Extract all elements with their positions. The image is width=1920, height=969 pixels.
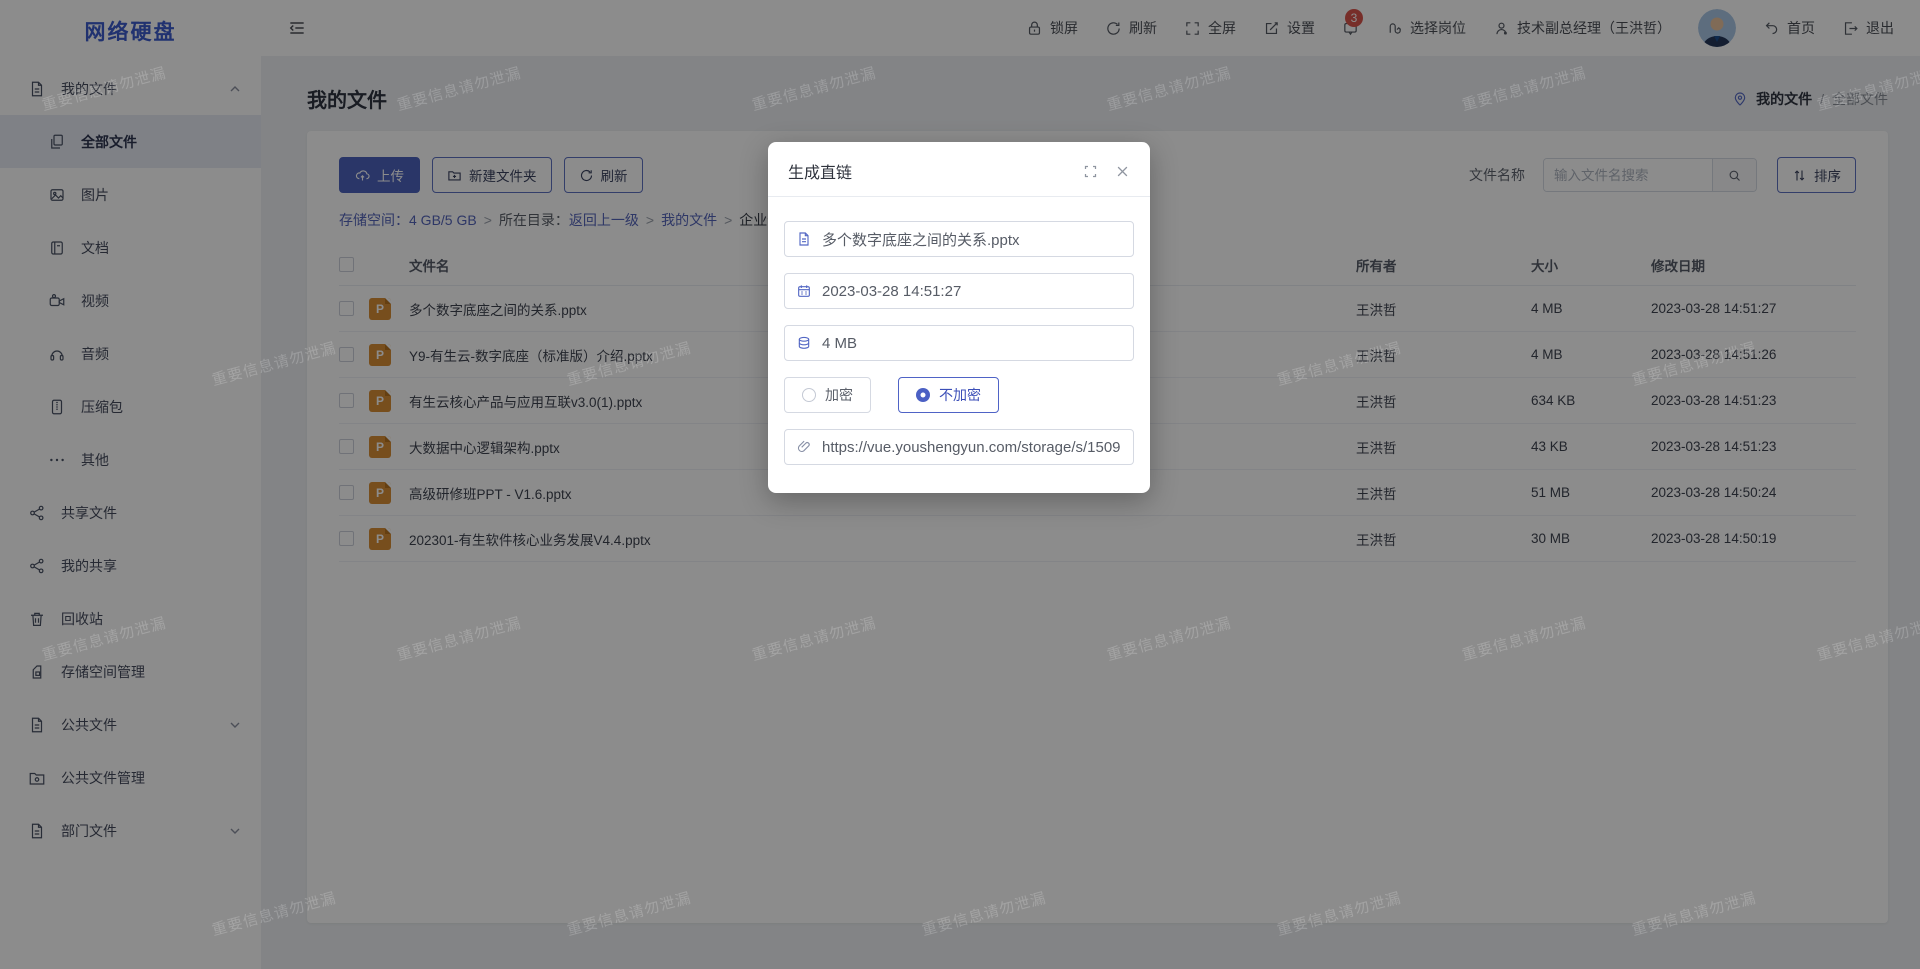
file-date-value: 2023-03-28 14:51:27 [822,283,961,300]
file-name-value: 多个数字底座之间的关系.pptx [822,229,1020,250]
radio-off-icon [802,388,816,402]
dialog-header: 生成直链 [768,142,1150,196]
file-date-field[interactable]: 2023-03-28 14:51:27 [784,273,1134,309]
file-size-value: 4 MB [822,335,857,352]
paperclip-icon [796,439,812,455]
database-icon [796,335,812,351]
link-url-field[interactable]: https://vue.youshengyun.com/storage/s/15… [784,429,1134,465]
close-icon[interactable] [1115,164,1130,179]
encrypt-radio[interactable]: 加密 [784,377,871,413]
file-icon [796,231,812,247]
encrypt-radio-group: 加密 不加密 [784,377,1134,413]
radio-on-icon [916,388,930,402]
generate-link-dialog: 生成直链 多个数字底座之间的关系.pptx 2023-03-28 14:51:2… [768,142,1150,493]
app-root: 网络硬盘 我的文件 全部文件 图片 文档 视频 [0,0,1920,969]
encrypt-label: 加密 [825,385,853,405]
dialog-tools [1083,164,1130,179]
file-size-field[interactable]: 4 MB [784,325,1134,361]
calendar-icon [796,283,812,299]
expand-icon[interactable] [1083,164,1098,179]
no-encrypt-radio[interactable]: 不加密 [898,377,999,413]
no-encrypt-label: 不加密 [939,385,981,405]
dialog-body: 多个数字底座之间的关系.pptx 2023-03-28 14:51:27 4 M… [768,197,1150,493]
dialog-title: 生成直链 [788,159,852,183]
file-name-field[interactable]: 多个数字底座之间的关系.pptx [784,221,1134,257]
link-url-value: https://vue.youshengyun.com/storage/s/15… [822,439,1121,456]
